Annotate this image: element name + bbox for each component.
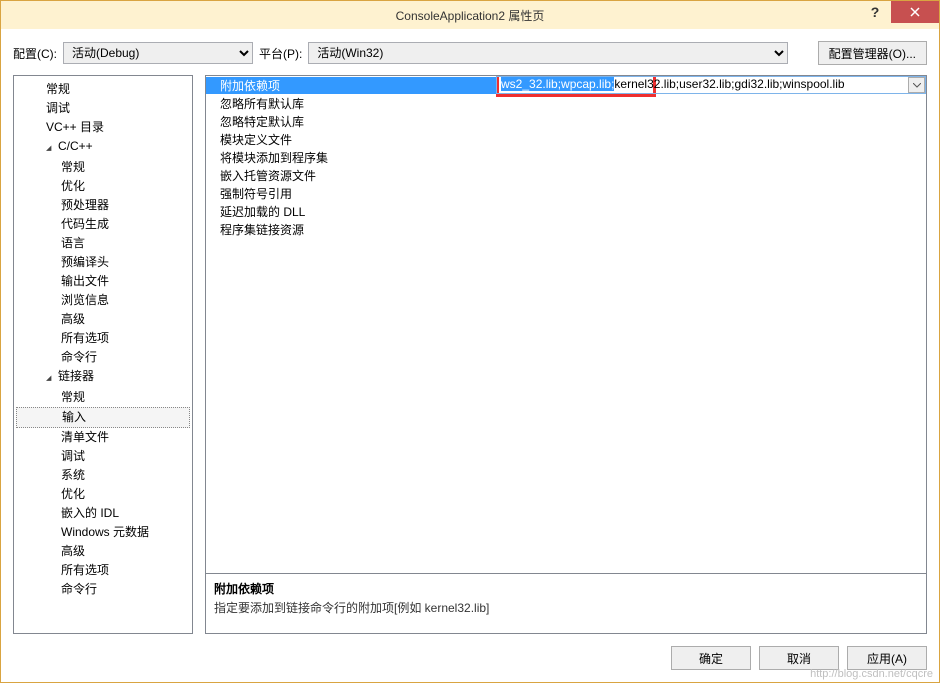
config-manager-button[interactable]: 配置管理器(O)... xyxy=(818,41,927,65)
tree-item[interactable]: 高级 xyxy=(16,310,190,329)
property-page-window: ConsoleApplication2 属性页 ? 配置(C): 活动(Debu… xyxy=(0,0,940,683)
dropdown-icon[interactable] xyxy=(908,77,925,93)
property-grid: 附加依赖项ws2_32.lib;wpcap.lib;kernel32.lib;u… xyxy=(206,76,926,573)
tree-item[interactable]: 语言 xyxy=(16,234,190,253)
content: 配置(C): 活动(Debug) 平台(P): 活动(Win32) 配置管理器(… xyxy=(1,29,939,682)
tree-item[interactable]: 输出文件 xyxy=(16,272,190,291)
property-label: 附加依赖项 xyxy=(206,77,496,94)
property-row[interactable]: 程序集链接资源 xyxy=(206,220,926,238)
ok-button[interactable]: 确定 xyxy=(671,646,751,670)
description-pane: 附加依赖项 指定要添加到链接命令行的附加项[例如 kernel32.lib] xyxy=(206,573,926,633)
tree-item[interactable]: 优化 xyxy=(16,177,190,196)
property-label: 强制符号引用 xyxy=(206,185,496,202)
platform-select[interactable]: 活动(Win32) xyxy=(308,42,788,64)
description-title: 附加依赖项 xyxy=(214,580,918,597)
tree-item[interactable]: 浏览信息 xyxy=(16,291,190,310)
property-row[interactable]: 将模块添加到程序集 xyxy=(206,148,926,166)
property-label: 忽略所有默认库 xyxy=(206,95,496,112)
property-row[interactable]: 忽略特定默认库 xyxy=(206,112,926,130)
property-label: 延迟加载的 DLL xyxy=(206,203,496,220)
tree-item[interactable]: C/C++ xyxy=(16,137,190,158)
bottom-bar: 确定 取消 应用(A) xyxy=(13,634,927,670)
property-row[interactable]: 忽略所有默认库 xyxy=(206,94,926,112)
help-button[interactable]: ? xyxy=(859,1,891,23)
tree-item[interactable]: 命令行 xyxy=(16,580,190,599)
tree-item[interactable]: 预处理器 xyxy=(16,196,190,215)
tree-item[interactable]: 嵌入的 IDL xyxy=(16,504,190,523)
window-title: ConsoleApplication2 属性页 xyxy=(1,7,939,24)
category-tree[interactable]: 常规调试VC++ 目录C/C++常规优化预处理器代码生成语言预编译头输出文件浏览… xyxy=(13,75,193,634)
tree-item[interactable]: 命令行 xyxy=(16,348,190,367)
close-icon xyxy=(910,7,920,17)
property-label: 模块定义文件 xyxy=(206,131,496,148)
titlebar-buttons: ? xyxy=(859,1,939,23)
property-row[interactable]: 强制符号引用 xyxy=(206,184,926,202)
value-rest: kernel32.lib;user32.lib;gdi32.lib;winspo… xyxy=(614,77,844,91)
tree-item[interactable]: 调试 xyxy=(16,99,190,118)
value-highlight: ws2_32.lib;wpcap.lib; xyxy=(501,77,614,91)
property-label: 将模块添加到程序集 xyxy=(206,149,496,166)
tree-item[interactable]: 常规 xyxy=(16,158,190,177)
tree-item[interactable]: 系统 xyxy=(16,466,190,485)
titlebar: ConsoleApplication2 属性页 ? xyxy=(1,1,939,29)
tree-item[interactable]: 预编译头 xyxy=(16,253,190,272)
tree-item[interactable]: VC++ 目录 xyxy=(16,118,190,137)
tree-item[interactable]: 清单文件 xyxy=(16,428,190,447)
watermark: http://blog.csdn.net/cqcre xyxy=(810,668,933,680)
tree-item[interactable]: 所有选项 xyxy=(16,329,190,348)
tree-item[interactable]: 优化 xyxy=(16,485,190,504)
tree-item[interactable]: 链接器 xyxy=(16,367,190,388)
tree-item[interactable]: 调试 xyxy=(16,447,190,466)
tree-item[interactable]: 代码生成 xyxy=(16,215,190,234)
tree-item[interactable]: 高级 xyxy=(16,542,190,561)
property-row[interactable]: 嵌入托管资源文件 xyxy=(206,166,926,184)
tree-item[interactable]: 所有选项 xyxy=(16,561,190,580)
property-label: 忽略特定默认库 xyxy=(206,113,496,130)
tree-item[interactable]: 常规 xyxy=(16,388,190,407)
tree-item[interactable]: 常规 xyxy=(16,80,190,99)
apply-button[interactable]: 应用(A) xyxy=(847,646,927,670)
cancel-button[interactable]: 取消 xyxy=(759,646,839,670)
property-row[interactable]: 模块定义文件 xyxy=(206,130,926,148)
top-row: 配置(C): 活动(Debug) 平台(P): 活动(Win32) 配置管理器(… xyxy=(13,41,927,65)
config-select[interactable]: 活动(Debug) xyxy=(63,42,253,64)
property-label: 嵌入托管资源文件 xyxy=(206,167,496,184)
property-label: 程序集链接资源 xyxy=(206,221,496,238)
config-label: 配置(C): xyxy=(13,45,57,62)
property-value[interactable]: ws2_32.lib;wpcap.lib;kernel32.lib;user32… xyxy=(496,76,926,94)
description-text: 指定要添加到链接命令行的附加项[例如 kernel32.lib] xyxy=(214,599,918,616)
property-row[interactable]: 延迟加载的 DLL xyxy=(206,202,926,220)
tree-item[interactable]: 输入 xyxy=(16,407,190,428)
main-area: 常规调试VC++ 目录C/C++常规优化预处理器代码生成语言预编译头输出文件浏览… xyxy=(13,75,927,634)
right-pane: 附加依赖项ws2_32.lib;wpcap.lib;kernel32.lib;u… xyxy=(205,75,927,634)
tree-item[interactable]: Windows 元数据 xyxy=(16,523,190,542)
property-row[interactable]: 附加依赖项ws2_32.lib;wpcap.lib;kernel32.lib;u… xyxy=(206,76,926,94)
platform-label: 平台(P): xyxy=(259,45,302,62)
close-button[interactable] xyxy=(891,1,939,23)
